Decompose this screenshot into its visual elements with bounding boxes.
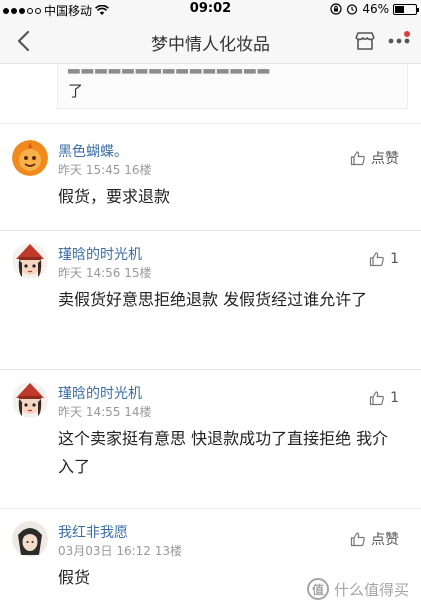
comment-item: 瑾晗的时光机 昨天 14:56 15楼 1 卖假货好意思拒绝退款 发假货经过谁允… <box>0 231 421 369</box>
rotation-lock-icon <box>330 3 342 15</box>
avatar-dark-hair-icon <box>12 521 48 557</box>
battery-percent: 46% <box>362 2 389 16</box>
avatar-orange-face-icon <box>12 140 48 176</box>
site-watermark: 值 什么值得买 <box>306 578 409 600</box>
more-button[interactable] <box>385 28 413 54</box>
status-bar: 中国移动 09:02 46% <box>0 0 421 18</box>
comment-text: 卖假货好意思拒绝退款 发假货经过谁允许了 <box>58 290 368 309</box>
like-label: 点赞 <box>371 532 399 548</box>
comment-meta: 昨天 15:45 16楼 <box>58 163 152 177</box>
thumbs-up-icon <box>350 532 365 547</box>
shop-button[interactable] <box>351 28 379 54</box>
comment-meta: 昨天 14:56 15楼 <box>58 266 152 280</box>
quoted-reply-cut-line: ▂▂▂▂▂▂▂▂▂▂▂▂▂▂▂ <box>68 56 272 74</box>
more-dots-icon <box>388 38 410 44</box>
notification-badge <box>404 31 410 37</box>
like-button[interactable]: 点赞 <box>350 148 399 168</box>
shop-icon <box>355 32 375 50</box>
user-name[interactable]: 黑色蝴蝶。 <box>58 141 128 161</box>
comment-text: 假货，要求退款 <box>58 187 171 206</box>
avatar[interactable] <box>12 243 48 279</box>
avatar-girl-red-hat-icon <box>12 382 48 418</box>
comment-meta: 昨天 14:55 14楼 <box>58 405 152 419</box>
comment-item: 黑色蝴蝶。 昨天 15:45 16楼 点赞 假货，要求退款 <box>0 124 421 230</box>
battery-icon <box>393 3 419 15</box>
thumbs-up-icon <box>350 151 365 166</box>
quoted-reply-box: ▂▂▂▂▂▂▂▂▂▂▂▂▂▂▂ 了 <box>57 56 408 109</box>
like-button[interactable]: 1 <box>369 251 399 267</box>
status-right: 46% <box>330 2 419 16</box>
quoted-reply-text: 了 <box>68 82 84 100</box>
like-button[interactable]: 点赞 <box>350 529 399 549</box>
thumbs-up-icon <box>369 391 384 406</box>
avatar[interactable] <box>12 140 48 176</box>
battery-fill <box>395 5 405 13</box>
avatar[interactable] <box>12 382 48 418</box>
avatar-girl-red-hat-icon <box>12 243 48 279</box>
like-count: 1 <box>390 251 399 267</box>
like-button[interactable]: 1 <box>369 390 399 406</box>
comment-text: 这个卖家挺有意思 快退款成功了直接拒绝 我介入了 <box>58 429 389 476</box>
user-name[interactable]: 瑾晗的时光机 <box>58 383 142 403</box>
thumbs-up-icon <box>369 252 384 267</box>
comment-item: 瑾晗的时光机 昨天 14:55 14楼 1 这个卖家挺有意思 快退款成功了直接拒… <box>0 370 421 508</box>
like-count: 1 <box>390 390 399 406</box>
user-name[interactable]: 我红非我愿 <box>58 522 128 542</box>
like-label: 点赞 <box>371 151 399 167</box>
avatar[interactable] <box>12 521 48 557</box>
user-name[interactable]: 瑾晗的时光机 <box>58 244 142 264</box>
alarm-icon <box>347 4 358 15</box>
watermark-text: 什么值得买 <box>333 580 409 599</box>
watermark-logo-icon: 值 <box>306 578 329 600</box>
comment-meta: 03月03日 16:12 13楼 <box>58 544 183 558</box>
